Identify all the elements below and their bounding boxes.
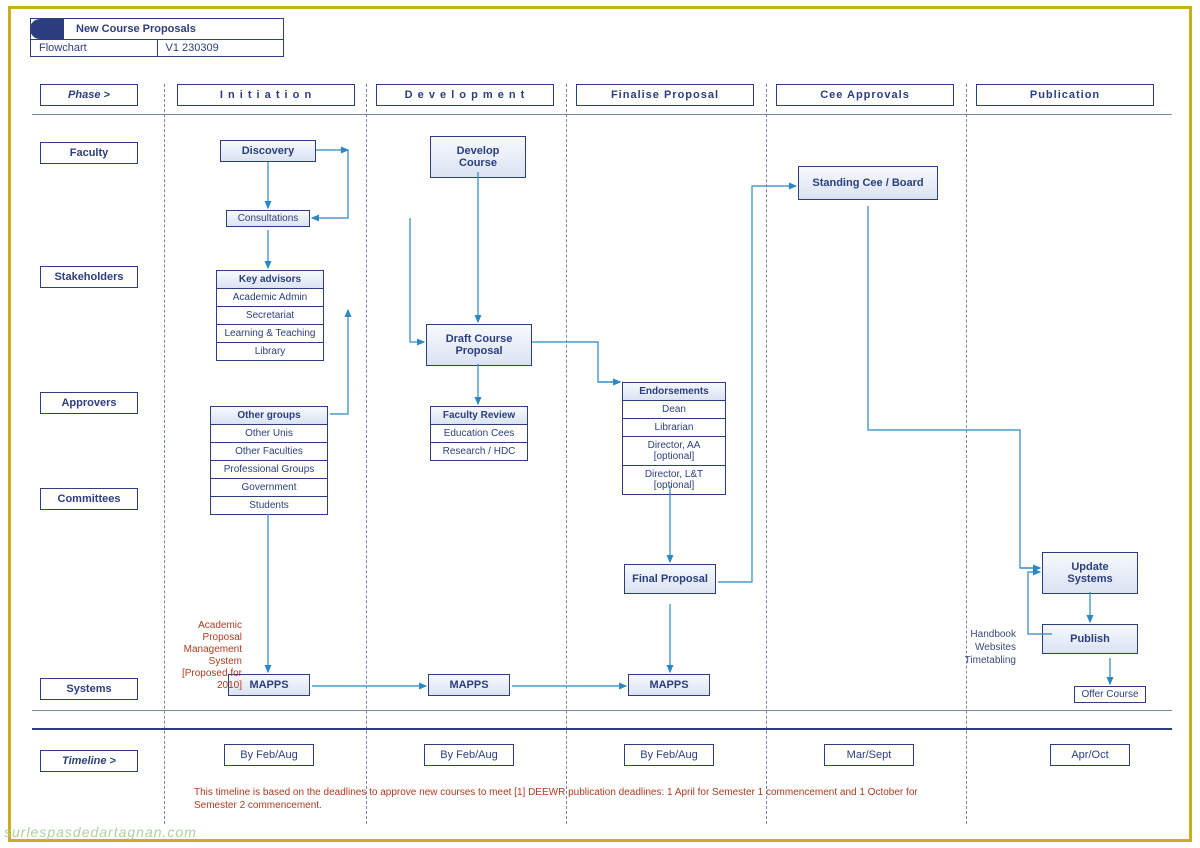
box-final-proposal: Final Proposal	[624, 564, 716, 594]
row-timeline: Timeline >	[40, 750, 138, 772]
col-approvals: Cee Approvals	[776, 84, 954, 106]
tl-2: By Feb/Aug	[424, 744, 514, 766]
lane-div-0	[164, 84, 165, 824]
note-hws: Handbook Websites Timetabling	[942, 628, 1016, 667]
cell-other-groups: Other groups	[210, 406, 328, 425]
cell-students: Students	[210, 497, 328, 515]
cell-librarian: Librarian	[622, 419, 726, 437]
lane-div-2	[566, 84, 567, 824]
cell-other-faculties: Other Faculties	[210, 443, 328, 461]
stack-reviews: Faculty Review Education Cees Research /…	[430, 406, 528, 461]
row-approvers: Approvers	[40, 392, 138, 414]
cell-director-lt: Director, L&T [optional]	[622, 466, 726, 495]
stack-other-groups: Other groups Other Unis Other Faculties …	[210, 406, 328, 515]
row-systems: Systems	[40, 678, 138, 700]
title-sub: Flowchart V1 230309	[30, 40, 284, 57]
cell-academic-admin: Academic Admin	[216, 289, 324, 307]
title-sub-left: Flowchart	[31, 40, 158, 56]
lane-div-1	[366, 84, 367, 824]
stack-endorsements: Endorsements Dean Librarian Director, AA…	[622, 382, 726, 495]
tl-1: By Feb/Aug	[224, 744, 314, 766]
phase-header: Phase >	[40, 84, 138, 106]
cell-government: Government	[210, 479, 328, 497]
title-block: New Course Proposals Flowchart V1 230309	[30, 18, 284, 57]
title-sub-right: V1 230309	[158, 40, 284, 56]
tl-5: Apr/Oct	[1050, 744, 1130, 766]
row-stakeholders: Stakeholders	[40, 266, 138, 288]
footnote: This timeline is based on the deadlines …	[194, 786, 954, 812]
cell-director-aa: Director, AA [optional]	[622, 437, 726, 466]
col-development: D e v e l o p m e n t	[376, 84, 554, 106]
lane-div-3	[766, 84, 767, 824]
box-discovery: Discovery	[220, 140, 316, 162]
box-mapps-2: MAPPS	[428, 674, 510, 696]
cell-endorsements: Endorsements	[622, 382, 726, 401]
row-committees: Committees	[40, 488, 138, 510]
row-faculty: Faculty	[40, 142, 138, 164]
box-consultations: Consultations	[226, 210, 310, 227]
box-update-systems: Update Systems	[1042, 552, 1138, 594]
cell-key-advisors: Key advisors	[216, 270, 324, 289]
header-rule	[32, 114, 1172, 115]
note-apms: Academic Proposal Management System [Pro…	[162, 620, 242, 692]
timeline-rule	[32, 728, 1172, 730]
stack-stakeholders: Key advisors Academic Admin Secretariat …	[216, 270, 324, 361]
cell-research-hdc: Research / HDC	[430, 443, 528, 461]
col-publication: Publication	[976, 84, 1154, 106]
diagram-canvas: New Course Proposals Flowchart V1 230309…	[12, 10, 1188, 838]
box-standing-cee: Standing Cee / Board	[798, 166, 938, 200]
col-initiation: I n i t i a t i o n	[177, 84, 355, 106]
cell-library: Library	[216, 343, 324, 361]
title-text: New Course Proposals	[70, 21, 202, 37]
cell-secretariat: Secretariat	[216, 307, 324, 325]
tl-4: Mar/Sept	[824, 744, 914, 766]
box-draft-proposal: Draft Course Proposal	[426, 324, 532, 366]
connectors	[12, 10, 1188, 838]
cell-education-cees: Education Cees	[430, 425, 528, 443]
cell-learn-teach: Learning & Teaching	[216, 325, 324, 343]
cell-dean: Dean	[622, 401, 726, 419]
box-offer-course: Offer Course	[1074, 686, 1146, 703]
box-develop-course: Develop Course	[430, 136, 526, 178]
watermark: surlespasdedartagnan.com	[4, 824, 197, 840]
title-main: New Course Proposals	[30, 18, 284, 40]
lane-div-4	[966, 84, 967, 824]
box-publish: Publish	[1042, 624, 1138, 654]
systems-rule	[32, 710, 1172, 711]
cell-other-unis: Other Unis	[210, 425, 328, 443]
col-finalise: Finalise Proposal	[576, 84, 754, 106]
cell-prof-groups: Professional Groups	[210, 461, 328, 479]
box-mapps-3: MAPPS	[628, 674, 710, 696]
tl-3: By Feb/Aug	[624, 744, 714, 766]
cell-faculty-review: Faculty Review	[430, 406, 528, 425]
